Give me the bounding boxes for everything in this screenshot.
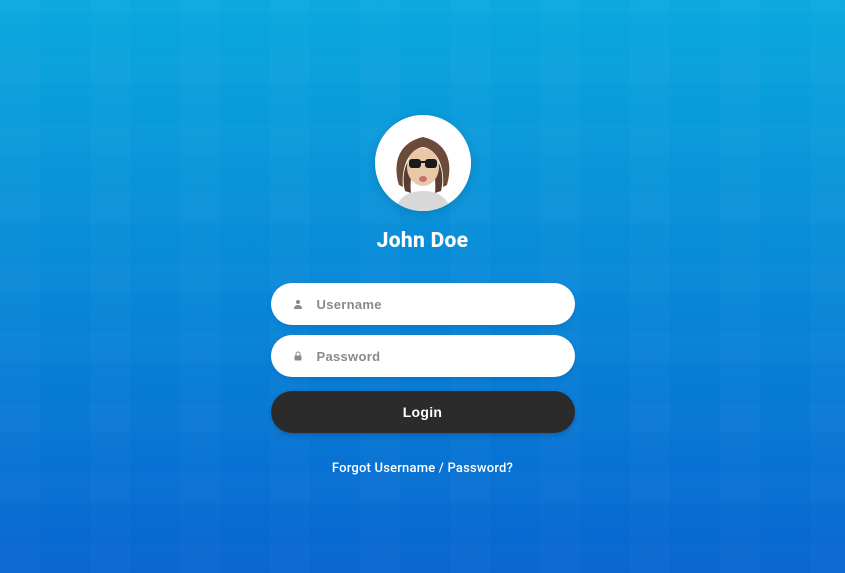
user-display-name: John Doe bbox=[377, 229, 469, 253]
avatar bbox=[375, 115, 471, 211]
forgot-credentials-link[interactable]: Forgot Username / Password? bbox=[332, 461, 513, 476]
username-input[interactable] bbox=[317, 297, 555, 312]
login-button[interactable]: Login bbox=[271, 391, 575, 433]
username-field-wrap[interactable] bbox=[271, 283, 575, 325]
password-input[interactable] bbox=[317, 349, 555, 364]
avatar-image bbox=[375, 115, 471, 211]
user-icon bbox=[291, 297, 305, 311]
password-field-wrap[interactable] bbox=[271, 335, 575, 377]
login-form: Login Forgot Username / Password? bbox=[271, 283, 575, 476]
login-container: John Doe Login Forgot Username / Passwor… bbox=[271, 115, 575, 476]
lock-icon bbox=[291, 349, 305, 363]
